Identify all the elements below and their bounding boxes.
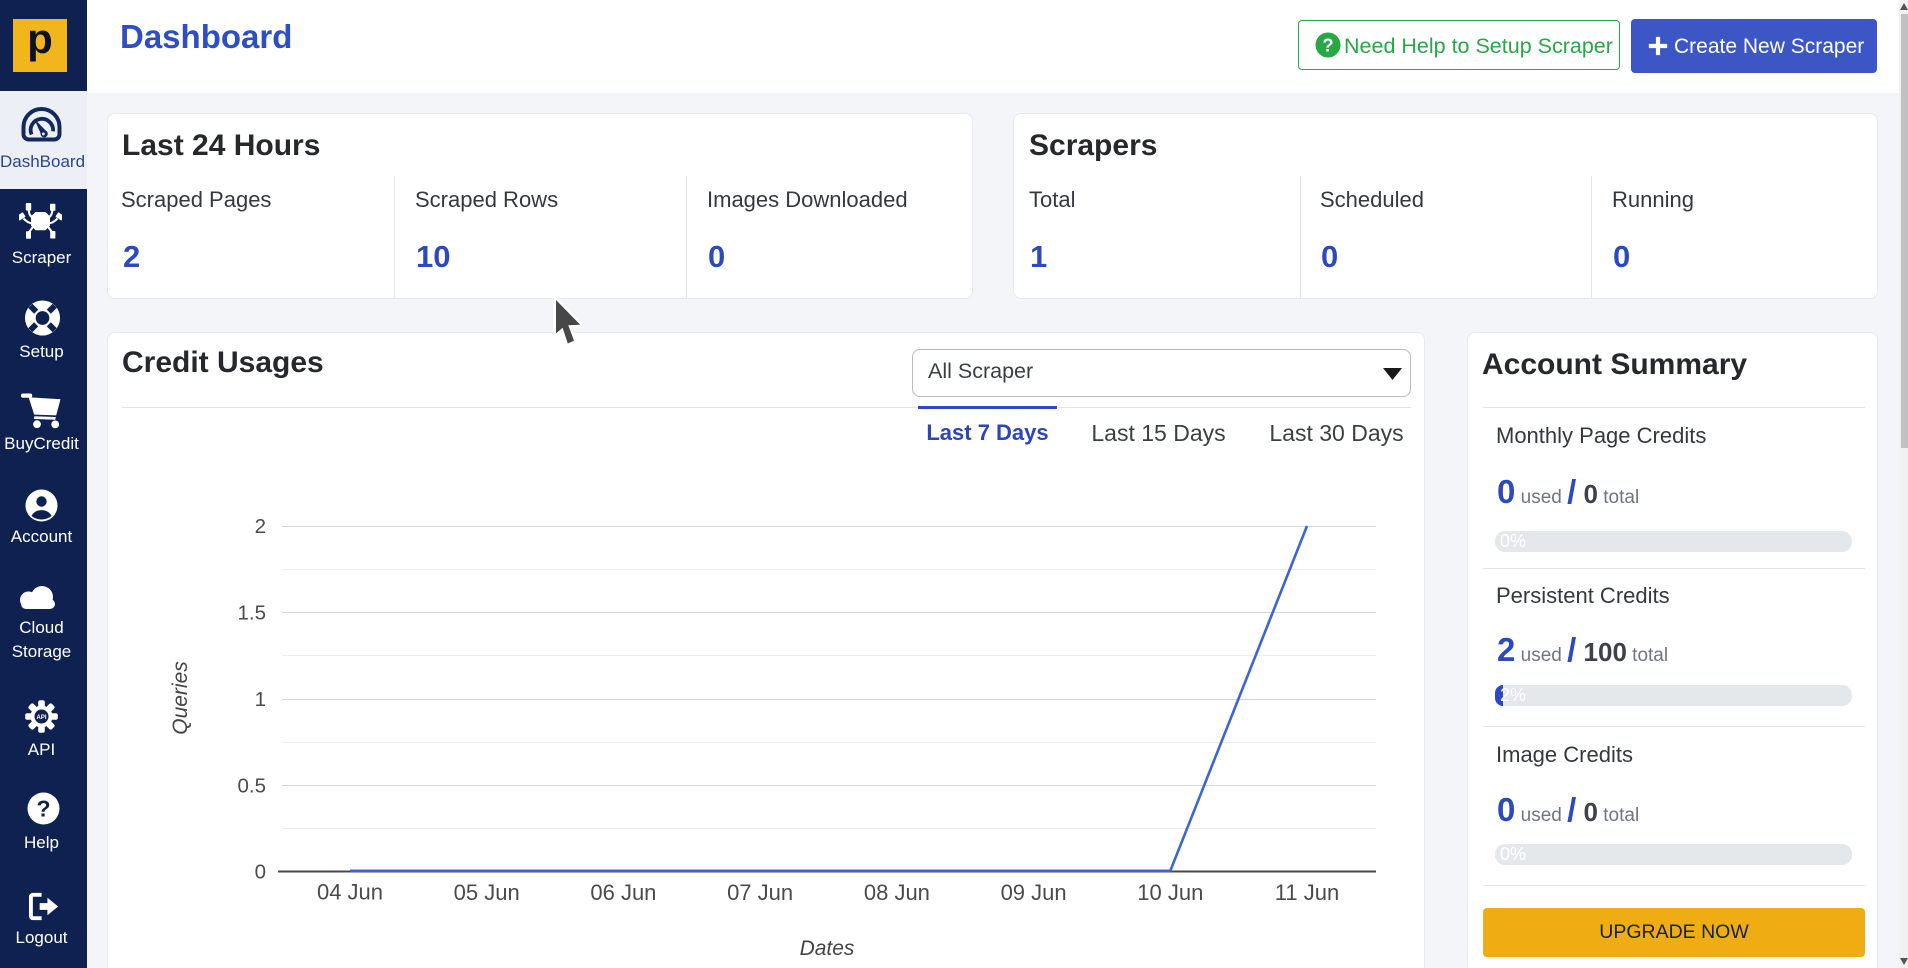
svg-text:?: ? — [1322, 34, 1333, 55]
svg-text:06 Jun: 06 Jun — [590, 880, 656, 905]
svg-text:?: ? — [36, 796, 50, 822]
svg-text:Dates: Dates — [800, 937, 855, 960]
svg-text:API: API — [36, 715, 46, 721]
svg-text:Queries: Queries — [169, 661, 192, 735]
svg-text:2: 2 — [255, 515, 266, 538]
svg-text:11 Jun: 11 Jun — [1275, 880, 1339, 905]
svg-text:10 Jun: 10 Jun — [1137, 880, 1203, 905]
svg-text:09 Jun: 09 Jun — [1001, 880, 1067, 905]
svg-text:1: 1 — [255, 688, 266, 711]
svg-text:05 Jun: 05 Jun — [454, 880, 520, 905]
svg-text:04 Jun: 04 Jun — [317, 880, 383, 905]
svg-text:1.5: 1.5 — [238, 602, 267, 625]
svg-text:07 Jun: 07 Jun — [727, 880, 793, 905]
svg-text:0.5: 0.5 — [238, 775, 267, 798]
svg-text:0: 0 — [255, 861, 266, 884]
svg-text:08 Jun: 08 Jun — [864, 880, 930, 905]
